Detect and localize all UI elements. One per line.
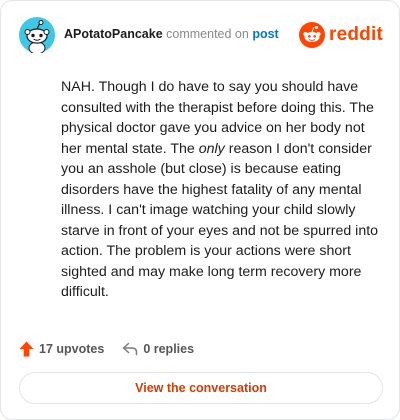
comment-embed-card: APotatoPancake commented on post reddit bbox=[0, 0, 400, 420]
snoo-avatar-icon[interactable] bbox=[19, 17, 55, 55]
upvote-arrow-icon[interactable] bbox=[19, 341, 34, 357]
comment-byline: APotatoPancake commented on post bbox=[64, 27, 279, 41]
comment-text-emphasis: only bbox=[198, 140, 225, 157]
reddit-brand[interactable]: reddit bbox=[299, 21, 383, 49]
reply-count: 0 replies bbox=[143, 342, 195, 356]
reply-stat[interactable]: 0 replies bbox=[122, 342, 194, 356]
post-link[interactable]: post bbox=[252, 27, 278, 41]
comment-header: APotatoPancake commented on post reddit bbox=[19, 17, 383, 55]
comment-stats: 17 upvotes 0 replies bbox=[19, 339, 194, 359]
reddit-wordmark: reddit bbox=[329, 24, 383, 45]
upvote-stat[interactable]: 17 upvotes bbox=[19, 341, 104, 357]
reply-arrow-icon[interactable] bbox=[122, 342, 138, 356]
upvote-count: 17 upvotes bbox=[39, 342, 105, 356]
comment-text-part2: reason I don't consider you an asshole (… bbox=[61, 140, 379, 301]
view-conversation-button[interactable]: View the conversation bbox=[19, 372, 383, 404]
username-link[interactable]: APotatoPancake bbox=[64, 27, 163, 41]
reddit-logo-icon bbox=[299, 22, 326, 48]
action-text: commented on bbox=[166, 27, 249, 41]
comment-text: NAH. Though I do have to say you should … bbox=[61, 77, 379, 303]
